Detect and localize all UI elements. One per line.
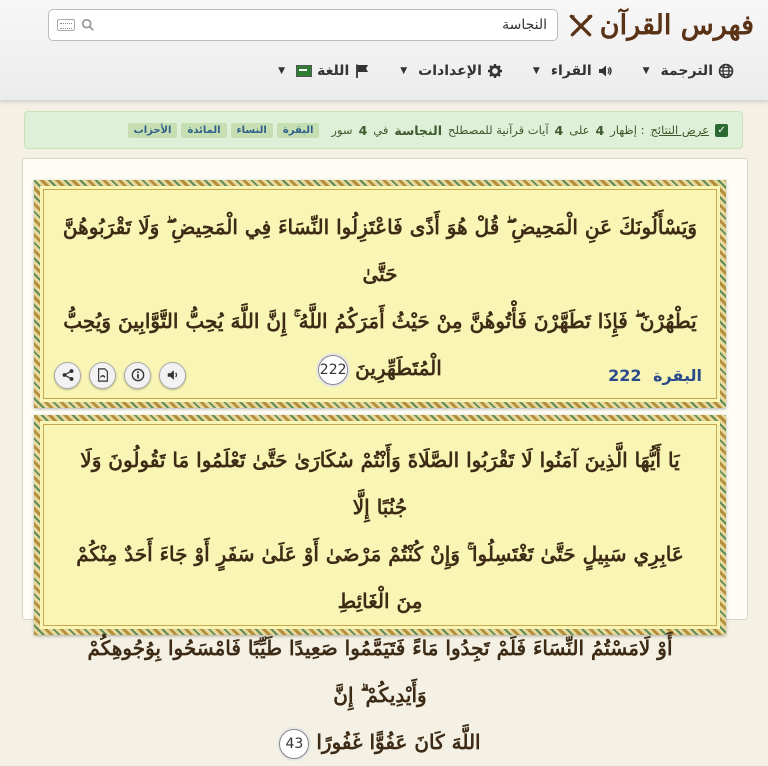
search-input[interactable] xyxy=(97,10,557,40)
ayah-line: أَوْ لَامَسْتُمُ النِّسَاءَ فَلَمْ تَجِد… xyxy=(87,636,673,707)
ayah-card: وَيَسْأَلُونَكَ عَنِ الْمَحِيضِ ۖ قُلْ ه… xyxy=(34,180,726,408)
reference-number: 222 xyxy=(608,365,642,385)
ayah-card: يَا أَيُّهَا الَّذِينَ آمَنُوا لَا تَقْر… xyxy=(34,415,726,759)
ayah-line: وَيَسْأَلُونَكَ عَنِ الْمَحِيضِ ۖ قُلْ ه… xyxy=(62,215,698,286)
alert-count-total: 4 xyxy=(554,122,564,138)
search-box xyxy=(48,9,558,41)
checkbox-icon[interactable]: ✓ xyxy=(715,123,728,137)
ayah-number: 43 xyxy=(279,728,310,759)
keyboard-icon[interactable] xyxy=(57,19,75,31)
share-icon xyxy=(62,369,73,381)
nav-translation[interactable]: الترجمة ▼ xyxy=(643,63,734,79)
surah-tag[interactable]: النساء xyxy=(230,122,273,138)
main-nav: الترجمة ▼ القراء ▼ الإعدادات ▼ اللغة ▼ xyxy=(278,63,734,79)
alert-surah-count: 4 xyxy=(358,122,368,138)
speaker-icon xyxy=(167,370,177,380)
surah-name: البقرة xyxy=(653,365,702,385)
caret-down-icon: ▼ xyxy=(642,66,650,76)
nav-settings[interactable]: الإعدادات ▼ xyxy=(400,63,503,79)
site-logo[interactable]: فهرس القرآن xyxy=(568,6,754,44)
logo-text: فهرس القرآن xyxy=(599,9,754,41)
ayah-line: يَا أَيُّهَا الَّذِينَ آمَنُوا لَا تَقْر… xyxy=(80,448,680,519)
nav-reciters-label: القراء xyxy=(550,63,592,79)
flag-icon xyxy=(356,64,369,78)
alert-term: النجاسة xyxy=(394,122,443,138)
info-button[interactable] xyxy=(124,361,151,389)
surah-tag[interactable]: البقرة xyxy=(276,122,320,138)
ayah-line: يَطْهُرْنَ ۖ فَإِذَا تَطَهَّرْنَ فَأْتُو… xyxy=(63,309,697,333)
alert-count-shown: 4 xyxy=(595,122,605,138)
surah-tags: البقرة النساء المائدة الأحزاب xyxy=(126,122,320,138)
nav-language-label: اللغة xyxy=(317,63,350,79)
surah-tag[interactable]: المائدة xyxy=(181,122,227,138)
ayah-reference[interactable]: البقرة 222 xyxy=(608,366,702,385)
show-results-link[interactable]: عرض النتائج xyxy=(650,123,709,137)
surah-tag[interactable]: الأحزاب xyxy=(127,122,178,138)
results-panel: وَيَسْأَلُونَكَ عَنِ الْمَحِيضِ ۖ قُلْ ه… xyxy=(22,158,748,759)
globe-icon xyxy=(718,63,734,79)
alert-text-suras: سور xyxy=(331,123,353,137)
ayah-text: يَا أَيُّهَا الَّذِينَ آمَنُوا لَا تَقْر… xyxy=(40,421,720,766)
info-icon xyxy=(131,368,144,382)
nav-translation-label: الترجمة xyxy=(660,63,713,79)
nav-settings-label: الإعدادات xyxy=(418,63,482,79)
speaker-icon xyxy=(598,65,612,77)
alert-text-prefix: : إظهار xyxy=(610,123,645,137)
nav-language[interactable]: اللغة ▼ xyxy=(278,63,370,79)
results-summary-alert: ✓ عرض النتائج : إظهار 4 على 4 آيات قرآني… xyxy=(24,111,743,149)
play-audio-button[interactable] xyxy=(159,361,186,389)
share-button[interactable] xyxy=(54,361,81,389)
caret-down-icon: ▼ xyxy=(278,66,286,76)
alert-text-in: في xyxy=(373,123,389,137)
nav-reciters[interactable]: القراء ▼ xyxy=(533,63,613,79)
alert-text-of: على xyxy=(569,123,590,137)
search-icon[interactable] xyxy=(79,16,97,34)
saudi-flag-icon xyxy=(296,65,313,77)
alert-text-mid: آيات قرآنية للمصطلح xyxy=(448,123,549,137)
crossed-swords-icon xyxy=(569,14,593,37)
caret-down-icon: ▼ xyxy=(532,66,540,76)
ayah-line: عَابِرِي سَبِيلٍ حَتَّىٰ تَغْتَسِلُوا ۚ … xyxy=(76,542,684,613)
caret-down-icon: ▼ xyxy=(400,66,408,76)
pdf-file-icon xyxy=(97,368,108,382)
ayah-line: اللَّهَ كَانَ عَفُوًّا غَفُورًا xyxy=(316,730,481,754)
top-header: فهرس القرآن الترجمة ▼ القراء ▼ الإعدادات… xyxy=(0,0,768,101)
gear-icon xyxy=(487,64,502,78)
ayah-card-footer: البقرة 222 xyxy=(54,360,702,390)
pdf-button[interactable] xyxy=(89,361,116,389)
ayah-actions xyxy=(54,361,186,389)
